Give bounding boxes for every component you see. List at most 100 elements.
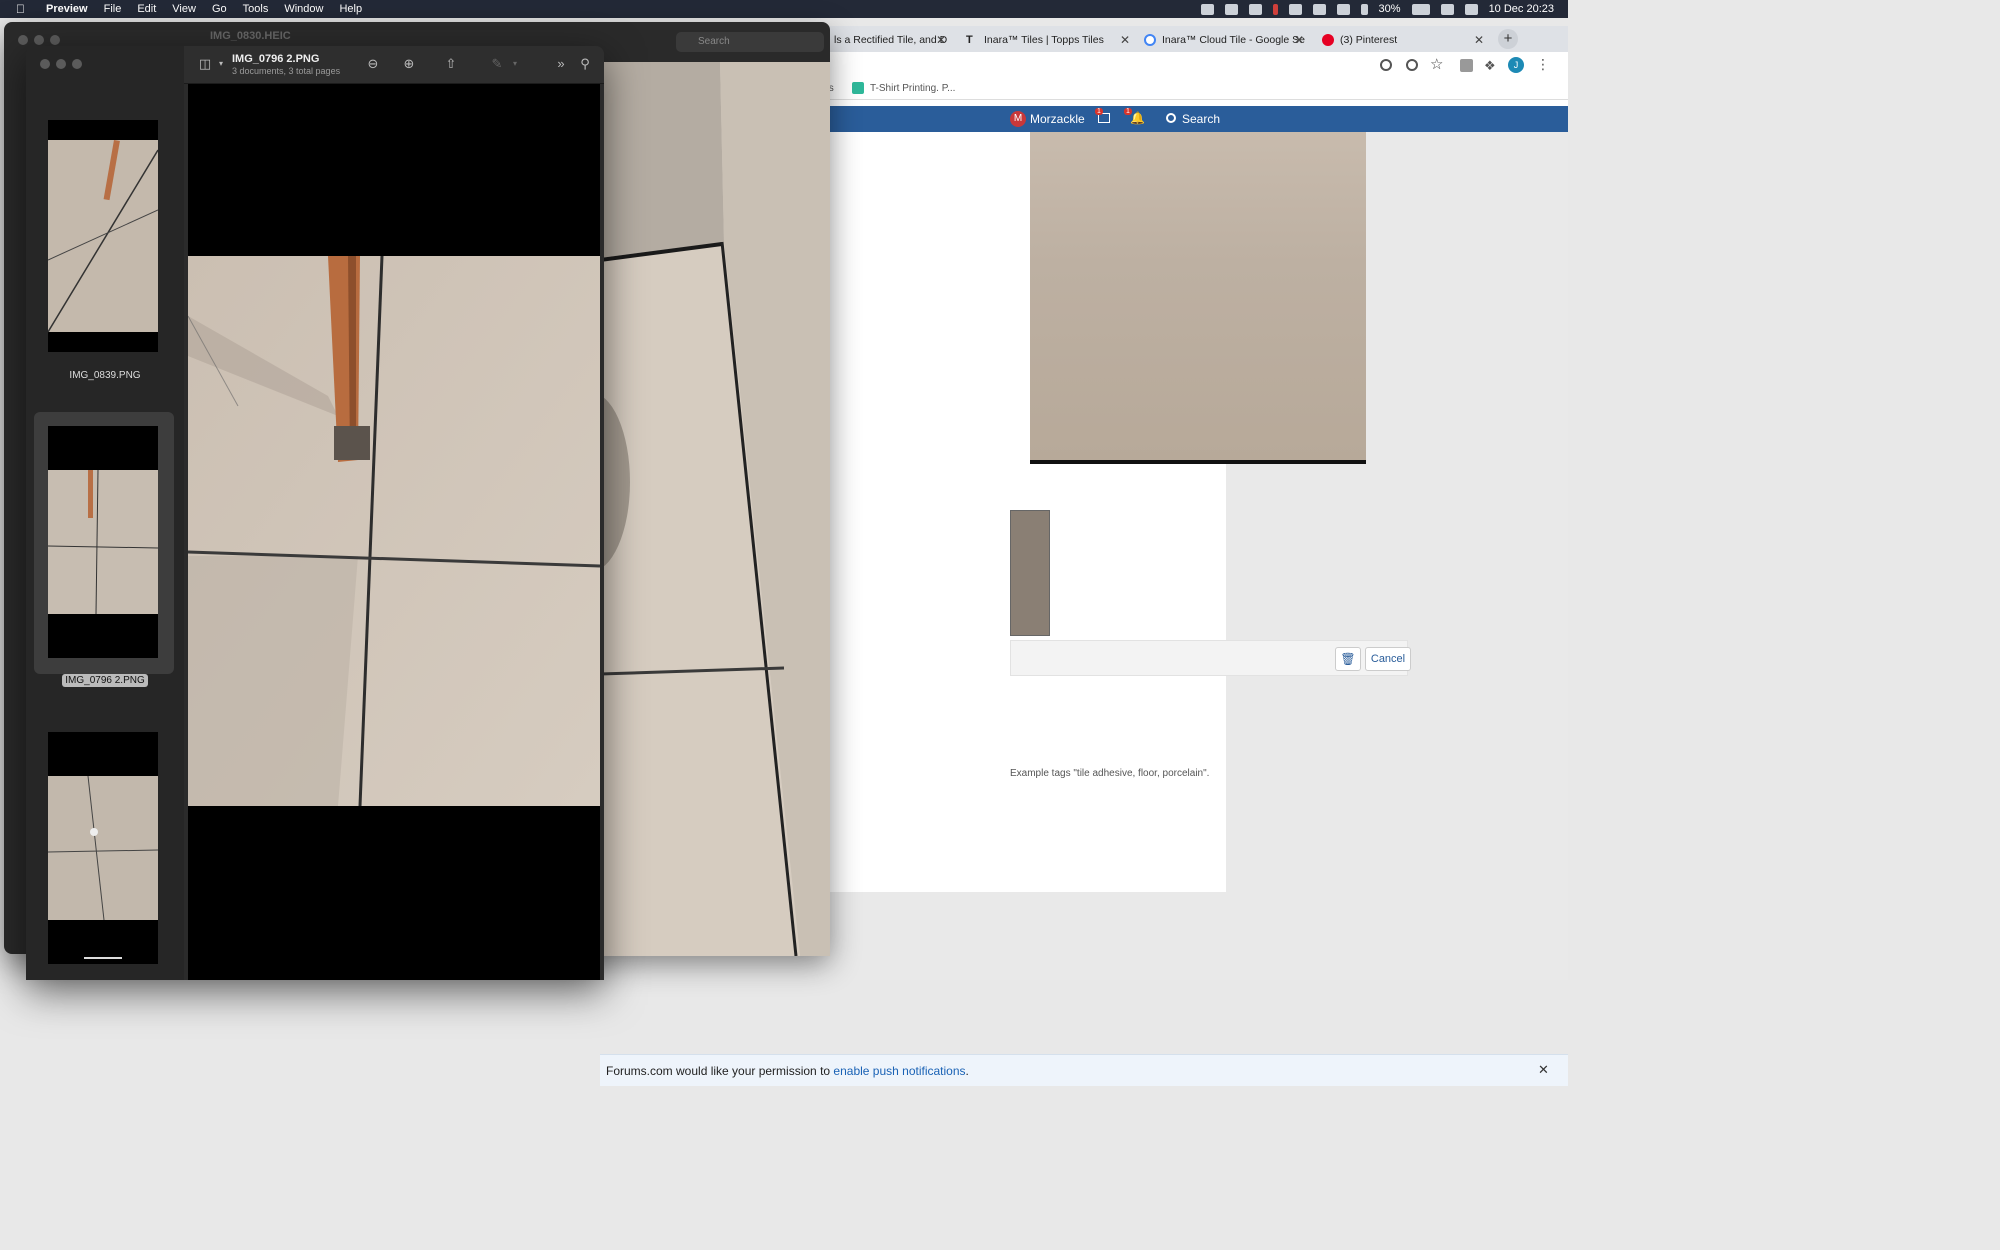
- google-favicon-icon: [1144, 34, 1156, 46]
- window-title: IMG_0830.HEIC: [210, 30, 291, 42]
- tab-topps-tiles[interactable]: T Inara™ Tiles | Topps Tiles ✕: [958, 28, 1136, 52]
- document-canvas: [188, 84, 600, 980]
- bell-icon[interactable]: 🔔: [1130, 111, 1145, 125]
- thumbnail-0796[interactable]: [47, 426, 159, 658]
- apple-icon[interactable]: : [16, 3, 28, 15]
- notification-icon[interactable]: [1312, 3, 1326, 15]
- user-avatar[interactable]: M: [1010, 111, 1026, 127]
- volume-icon[interactable]: [1336, 3, 1350, 15]
- tab-rectified-tile[interactable]: ls a Rectified Tile, and D ✕: [826, 28, 952, 52]
- thumbnail-image: [47, 140, 159, 333]
- key-icon[interactable]: [1380, 59, 1392, 71]
- delete-attachment-button[interactable]: 🗑: [1335, 647, 1361, 671]
- profile-avatar[interactable]: J: [1508, 57, 1524, 73]
- thumbnail-image: [47, 775, 159, 959]
- attached-tile-photo[interactable]: [1030, 132, 1366, 464]
- more-menu-icon[interactable]: ⋮: [1536, 56, 1550, 73]
- notification-text: Forums.com would like your permission to…: [606, 1064, 969, 1078]
- close-tab-icon[interactable]: ✕: [1474, 33, 1484, 47]
- menu-tools[interactable]: Tools: [243, 3, 269, 15]
- star-icon[interactable]: ☆: [1430, 55, 1443, 73]
- markup-pen-icon[interactable]: ✎: [488, 55, 506, 73]
- zoom-window-button[interactable]: [72, 59, 82, 69]
- forum-search-link[interactable]: Search: [1182, 112, 1220, 126]
- menu-app-name[interactable]: Preview: [46, 3, 88, 15]
- close-tab-icon[interactable]: ✕: [1120, 33, 1130, 47]
- thumbnail-image: [47, 469, 159, 615]
- battery-icon[interactable]: [1411, 3, 1430, 15]
- dropbox-icon[interactable]: [1248, 3, 1262, 15]
- bookmark-heart-icon: [852, 82, 864, 94]
- username-link[interactable]: Morzackle: [1030, 112, 1085, 126]
- download-icon[interactable]: [1406, 59, 1418, 71]
- tab-google-search[interactable]: Inara™ Cloud Tile - Google Se ✕: [1136, 28, 1310, 52]
- enable-push-link[interactable]: enable push notifications: [833, 1064, 965, 1078]
- back-window-photo: [550, 62, 830, 957]
- thumbnail-0839[interactable]: [47, 120, 159, 352]
- topps-favicon-icon: T: [966, 34, 973, 46]
- menu-view[interactable]: View: [172, 3, 196, 15]
- tab-label: Inara™ Tiles | Topps Tiles: [984, 34, 1104, 46]
- preview-toolbar: ◫ ▾ IMG_0796 2.PNG 3 documents, 3 total …: [184, 46, 604, 84]
- thumbnail-third[interactable]: [47, 732, 159, 964]
- control-center-icon[interactable]: [1464, 3, 1478, 15]
- bluetooth-icon[interactable]: [1360, 3, 1368, 15]
- menu-edit[interactable]: Edit: [137, 3, 156, 15]
- clock[interactable]: 10 Dec 20:23: [1489, 3, 1554, 15]
- thumbnail-sidebar: IMG_0839.PNG IMG_0796 2.PNG: [26, 46, 184, 980]
- battery-percent: 30%: [1378, 3, 1401, 15]
- tile-edge-photo: [550, 62, 830, 957]
- cloud-icon[interactable]: [1200, 3, 1214, 15]
- menu-file[interactable]: File: [104, 3, 122, 15]
- chevron-down-icon[interactable]: ▾: [506, 55, 524, 73]
- bookmark-item[interactable]: T-Shirt Printing. P...: [870, 83, 955, 94]
- puzzle-icon[interactable]: ❖: [1484, 58, 1496, 74]
- minimize-window-button[interactable]: [56, 59, 66, 69]
- zoom-in-icon[interactable]: ⊕: [400, 55, 418, 73]
- thumbnail-label: IMG_0839.PNG: [69, 370, 141, 381]
- tab-label: (3) Pinterest: [1340, 34, 1398, 46]
- document-title: IMG_0796 2.PNG: [232, 53, 320, 65]
- search-icon[interactable]: [1166, 113, 1176, 123]
- menu-bar:  Preview File Edit View Go Tools Window…: [0, 0, 1568, 18]
- close-window-button[interactable]: [40, 59, 50, 69]
- wordpress-icon[interactable]: [1224, 3, 1238, 15]
- search-icon[interactable]: ⚲: [576, 55, 594, 73]
- zoom-out-icon[interactable]: ⊖: [364, 55, 382, 73]
- zoom-window-button[interactable]: [50, 35, 60, 45]
- document-subtitle: 3 documents, 3 total pages: [232, 66, 341, 76]
- parallels-icon[interactable]: [1272, 3, 1278, 15]
- menu-go[interactable]: Go: [212, 3, 227, 15]
- inbox-badge: 1: [1095, 108, 1103, 115]
- post-editor-panel: 🗑 Cancel Example tags "tile adhesive, fl…: [800, 132, 1411, 892]
- close-tab-icon[interactable]: ✕: [936, 33, 946, 47]
- cancel-button[interactable]: Cancel: [1365, 647, 1411, 671]
- share-icon[interactable]: ⇧: [442, 55, 460, 73]
- chevron-down-icon[interactable]: ▾: [212, 55, 230, 73]
- status-area: 30% 10 Dec 20:23: [1200, 0, 1554, 18]
- push-notification-banner: Forums.com would like your permission to…: [600, 1054, 1568, 1086]
- new-tab-button[interactable]: +: [1498, 29, 1518, 49]
- wifi-icon[interactable]: [1440, 3, 1454, 15]
- tab-label: Inara™ Cloud Tile - Google Se: [1162, 34, 1305, 46]
- close-tab-icon[interactable]: ✕: [1294, 33, 1304, 47]
- pinterest-favicon-icon: [1322, 34, 1334, 46]
- trash-icon: 🗑: [1340, 652, 1356, 666]
- attachment-thumbnail[interactable]: [1010, 510, 1050, 636]
- tags-hint: Example tags "tile adhesive, floor, porc…: [1010, 768, 1210, 779]
- alerts-badge: 1: [1124, 108, 1132, 115]
- tab-pinterest[interactable]: (3) Pinterest ✕: [1314, 28, 1490, 52]
- tile-floor-photo[interactable]: [188, 256, 600, 806]
- menu-window[interactable]: Window: [284, 3, 323, 15]
- attachment-toolbar: 🗑 Cancel: [1010, 640, 1411, 676]
- close-window-button[interactable]: [18, 35, 28, 45]
- close-banner-icon[interactable]: ✕: [1538, 1062, 1549, 1078]
- search-input[interactable]: Search: [676, 32, 824, 52]
- menu-help[interactable]: Help: [339, 3, 362, 15]
- more-tools-icon[interactable]: »: [552, 55, 570, 73]
- thumbnail-label: IMG_0796 2.PNG: [26, 674, 184, 687]
- messenger-icon[interactable]: [1288, 3, 1302, 15]
- minimize-window-button[interactable]: [34, 35, 44, 45]
- tab-label: ls a Rectified Tile, and D: [834, 34, 948, 46]
- extension-icon[interactable]: [1460, 59, 1473, 72]
